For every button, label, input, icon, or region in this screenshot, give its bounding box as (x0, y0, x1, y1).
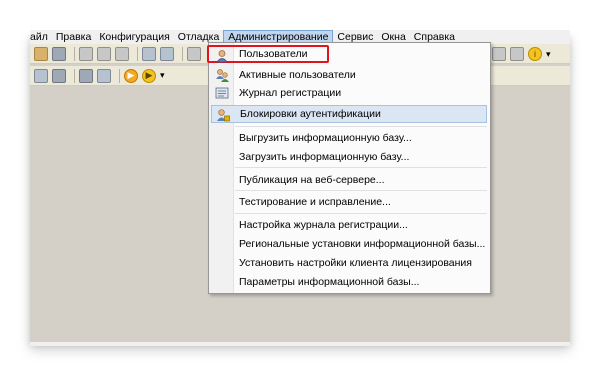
menu-separator (235, 190, 487, 191)
cut-icon[interactable] (79, 46, 93, 61)
toolbar-dropdown-arrow-icon[interactable]: ▾ (160, 70, 165, 81)
menu-separator (235, 213, 487, 214)
run-client-icon[interactable]: ▶ (142, 68, 156, 83)
menu-item-active-users[interactable]: Активные пользователи (211, 66, 487, 84)
menu-edit[interactable]: Правка (52, 30, 95, 44)
toolbar-separator (137, 46, 138, 61)
update-db-icon[interactable] (79, 68, 93, 83)
compare-icon[interactable] (97, 68, 111, 83)
user-lock-icon (217, 109, 230, 122)
menu-item-log-settings[interactable]: Настройка журнала регистрации... (211, 216, 487, 234)
find-icon[interactable] (492, 47, 506, 61)
save-icon[interactable] (52, 46, 66, 61)
open-icon[interactable] (34, 46, 48, 61)
toolbar-right-group: i ▾ (492, 47, 551, 61)
menu-item-web-publish[interactable]: Публикация на веб-сервере... (211, 171, 487, 189)
menu-separator (235, 167, 487, 168)
administration-menu: Пользователи Активные пользователи Журна… (207, 42, 491, 294)
toolbar-separator (74, 46, 75, 61)
start-debug-icon[interactable]: ▶ (124, 68, 138, 83)
preview-icon[interactable] (160, 46, 174, 61)
config-tree-icon[interactable] (34, 68, 48, 83)
toolbar-separator (119, 68, 120, 83)
menu-file[interactable]: айл (30, 30, 52, 44)
copy-icon[interactable] (97, 46, 111, 61)
menu-item-infobase-params[interactable]: Параметры информационной базы... (211, 273, 487, 291)
toolbar-separator (74, 68, 75, 83)
menu-configuration[interactable]: Конфигурация (95, 30, 173, 44)
paste-icon[interactable] (115, 46, 129, 61)
menu-item-auth-locks[interactable]: Блокировки аутентификации (211, 105, 487, 123)
info-icon[interactable]: i (528, 47, 542, 61)
undo-icon[interactable] (187, 46, 201, 61)
menu-item-dump-infobase[interactable]: Выгрузить информационную базу... (211, 129, 487, 147)
log-journal-icon (215, 87, 229, 99)
menu-item-event-log[interactable]: Журнал регистрации (211, 84, 487, 102)
active-users-icon (216, 69, 229, 82)
menu-item-load-infobase[interactable]: Загрузить информационную базу... (211, 148, 487, 166)
menu-item-users[interactable]: Пользователи (207, 45, 329, 63)
menu-item-test-repair[interactable]: Тестирование и исправление... (211, 193, 487, 211)
toolbar-separator (182, 46, 183, 61)
menu-separator (235, 126, 487, 127)
database-icon[interactable] (52, 68, 66, 83)
print-icon[interactable] (142, 46, 156, 61)
menu-item-regional-settings[interactable]: Региональные установки информационной ба… (211, 235, 487, 253)
user-icon (216, 50, 228, 63)
toolbar-dropdown-arrow-icon[interactable]: ▾ (546, 49, 551, 60)
menu-item-license-client[interactable]: Установить настройки клиента лицензирова… (211, 254, 487, 272)
syntax-helper-icon[interactable] (510, 47, 524, 61)
